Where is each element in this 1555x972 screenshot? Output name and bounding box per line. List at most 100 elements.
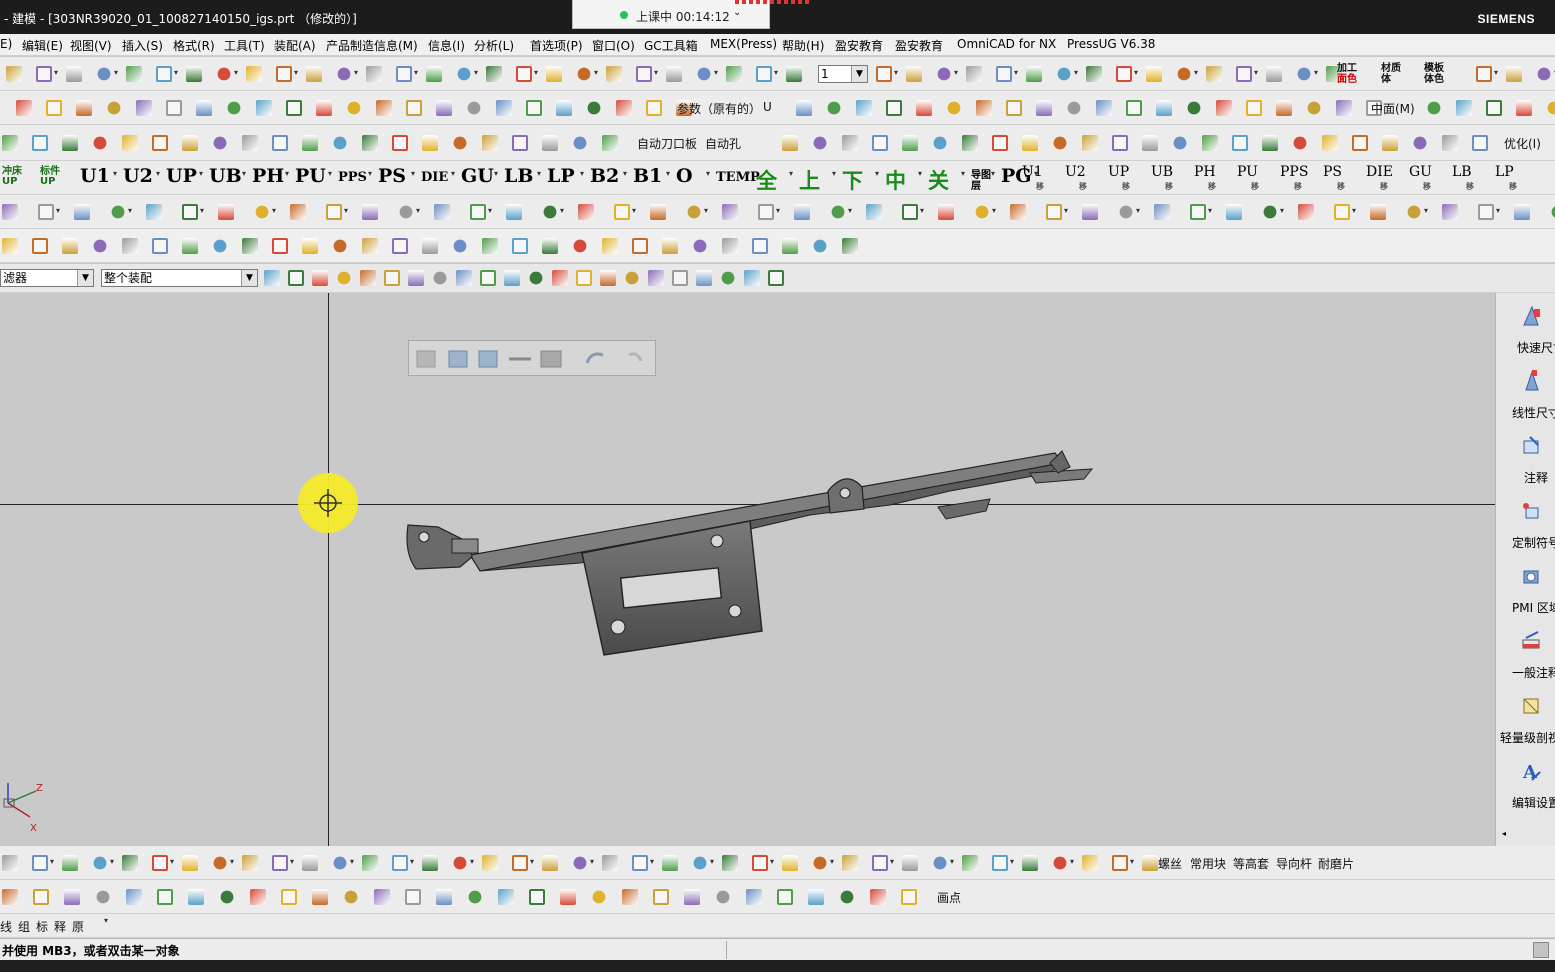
sketch-icon[interactable] — [300, 853, 320, 873]
chevron-down-icon[interactable]: ▾ — [113, 169, 119, 189]
sketch-icon[interactable] — [806, 887, 826, 907]
view-icon[interactable] — [840, 853, 860, 873]
tool-icon[interactable] — [744, 887, 764, 907]
note-button[interactable]: 注释 — [1496, 435, 1555, 495]
chevron-down-icon[interactable]: ▾ — [623, 169, 629, 189]
shape-icon[interactable] — [31, 887, 51, 907]
select-icon[interactable] — [634, 64, 654, 84]
press-layer-button[interactable]: PU — [295, 165, 326, 187]
solid-icon[interactable] — [454, 64, 474, 84]
sketch-icon[interactable] — [300, 236, 320, 256]
solid-icon[interactable] — [214, 64, 234, 84]
select-icon[interactable] — [382, 268, 402, 288]
shape-icon[interactable] — [514, 64, 534, 84]
curve-icon[interactable] — [660, 853, 680, 873]
tool-icon[interactable] — [254, 98, 274, 118]
chevron-down-icon[interactable]: ▾ — [890, 857, 896, 877]
select-icon[interactable] — [468, 202, 488, 222]
chevron-down-icon[interactable]: ▾ — [770, 857, 776, 877]
menu-yingan-2[interactable]: 盈安教育 — [895, 37, 943, 54]
view-icon[interactable] — [600, 853, 620, 873]
chevron-down-icon[interactable]: ▾ — [918, 169, 924, 189]
chevron-down-icon[interactable]: ▾ — [242, 169, 248, 189]
assembly-scope-select[interactable]: 整个装配 ▼ — [101, 269, 258, 287]
draw-point-label[interactable]: 画点 — [937, 889, 961, 906]
chevron-down-icon[interactable]: ▾ — [580, 169, 586, 189]
shape-icon[interactable] — [36, 202, 56, 222]
feature-icon[interactable] — [330, 853, 350, 873]
solid-icon[interactable] — [210, 853, 230, 873]
feature-icon[interactable] — [1290, 133, 1310, 153]
menu-help[interactable]: 帮助(H) — [782, 37, 824, 54]
curve-icon[interactable] — [1368, 202, 1388, 222]
press-layer-button[interactable]: PH — [252, 165, 284, 187]
feature-icon[interactable] — [1050, 133, 1070, 153]
tool-icon[interactable] — [0, 236, 20, 256]
wear-plate-label[interactable]: 耐磨片 — [1318, 855, 1354, 872]
chevron-down-icon[interactable]: ▾ — [200, 206, 206, 226]
guide-rod-label[interactable]: 导向杆 — [1276, 855, 1312, 872]
shape-icon[interactable] — [270, 853, 290, 873]
tool-icon[interactable] — [484, 64, 504, 84]
general-note-button[interactable]: 一般注释 — [1496, 630, 1555, 690]
optimize-label[interactable]: 优化(I) — [1504, 135, 1541, 152]
tool-icon[interactable] — [240, 853, 260, 873]
chevron-down-icon[interactable]: ▾ — [1496, 206, 1502, 226]
chevron-down-icon[interactable]: ▾ — [832, 169, 838, 189]
chevron-down-icon[interactable]: ▾ — [494, 169, 500, 189]
chevron-down-icon[interactable]: ▼ — [851, 66, 867, 82]
chevron-down-icon[interactable]: ▾ — [110, 857, 116, 877]
select-icon[interactable] — [180, 202, 200, 222]
chevron-down-icon[interactable]: ▾ — [654, 68, 660, 88]
chevron-down-icon[interactable]: ▾ — [1014, 68, 1020, 88]
chevron-down-icon[interactable]: ▾ — [344, 206, 350, 226]
chevron-down-icon[interactable]: ▾ — [54, 68, 60, 88]
view-icon[interactable] — [742, 268, 762, 288]
tool-icon[interactable] — [646, 268, 666, 288]
solid-icon[interactable] — [930, 853, 950, 873]
tool-icon[interactable] — [720, 236, 740, 256]
curve-icon[interactable] — [406, 268, 426, 288]
solid-icon[interactable] — [934, 64, 954, 84]
linear-dimension-button[interactable]: 线性尺寸 — [1496, 370, 1555, 430]
auto-knife-plate-label[interactable]: 自动刀口板 — [637, 135, 697, 152]
chevron-down-icon[interactable]: ▾ — [488, 206, 494, 226]
chevron-down-icon[interactable]: ▾ — [594, 68, 600, 88]
chevron-down-icon[interactable]: ▾ — [650, 857, 656, 877]
view-icon[interactable] — [720, 202, 740, 222]
solid-icon[interactable] — [252, 202, 272, 222]
select-icon[interactable] — [574, 268, 594, 288]
chevron-down-icon[interactable]: ▾ — [368, 169, 374, 189]
chevron-down-icon[interactable]: ▾ — [1280, 206, 1286, 226]
chevron-down-icon[interactable]: ▼ — [77, 270, 93, 286]
menu-preferences[interactable]: 首选项(P) — [530, 37, 583, 54]
sketch-icon[interactable] — [60, 853, 80, 873]
tool-icon[interactable] — [576, 202, 596, 222]
view-icon[interactable] — [134, 98, 154, 118]
feature-icon[interactable] — [334, 64, 354, 84]
edit-settings-button[interactable]: A 编辑设置 — [1496, 760, 1555, 820]
feature-icon[interactable] — [570, 236, 590, 256]
process-label[interactable]: 加工 面色 — [1337, 63, 1357, 85]
curve-icon[interactable] — [1144, 64, 1164, 84]
curve-icon[interactable] — [1154, 98, 1174, 118]
press-layer-button[interactable]: U1 — [80, 165, 110, 187]
shape-icon[interactable] — [1188, 202, 1208, 222]
shape-icon[interactable] — [1234, 64, 1254, 84]
curve-icon[interactable] — [194, 98, 214, 118]
press-move-button[interactable]: PS — [1323, 164, 1342, 180]
sketch-icon[interactable] — [1504, 64, 1524, 84]
chevron-down-icon[interactable]: ▾ — [560, 206, 566, 226]
sketch-icon[interactable] — [694, 268, 714, 288]
sketch-icon[interactable] — [558, 887, 578, 907]
panel-scroll-left-icon[interactable]: ◂ — [1502, 829, 1506, 838]
view-icon[interactable] — [144, 202, 164, 222]
curve-icon[interactable] — [900, 133, 920, 153]
view-icon[interactable] — [854, 98, 874, 118]
shape-icon[interactable] — [286, 268, 306, 288]
select-icon[interactable] — [390, 853, 410, 873]
height-sleeve-label[interactable]: 等高套 — [1233, 855, 1269, 872]
select-icon[interactable] — [394, 64, 414, 84]
press-layer-button[interactable]: DIE — [421, 170, 448, 185]
solid-icon[interactable] — [1184, 98, 1204, 118]
